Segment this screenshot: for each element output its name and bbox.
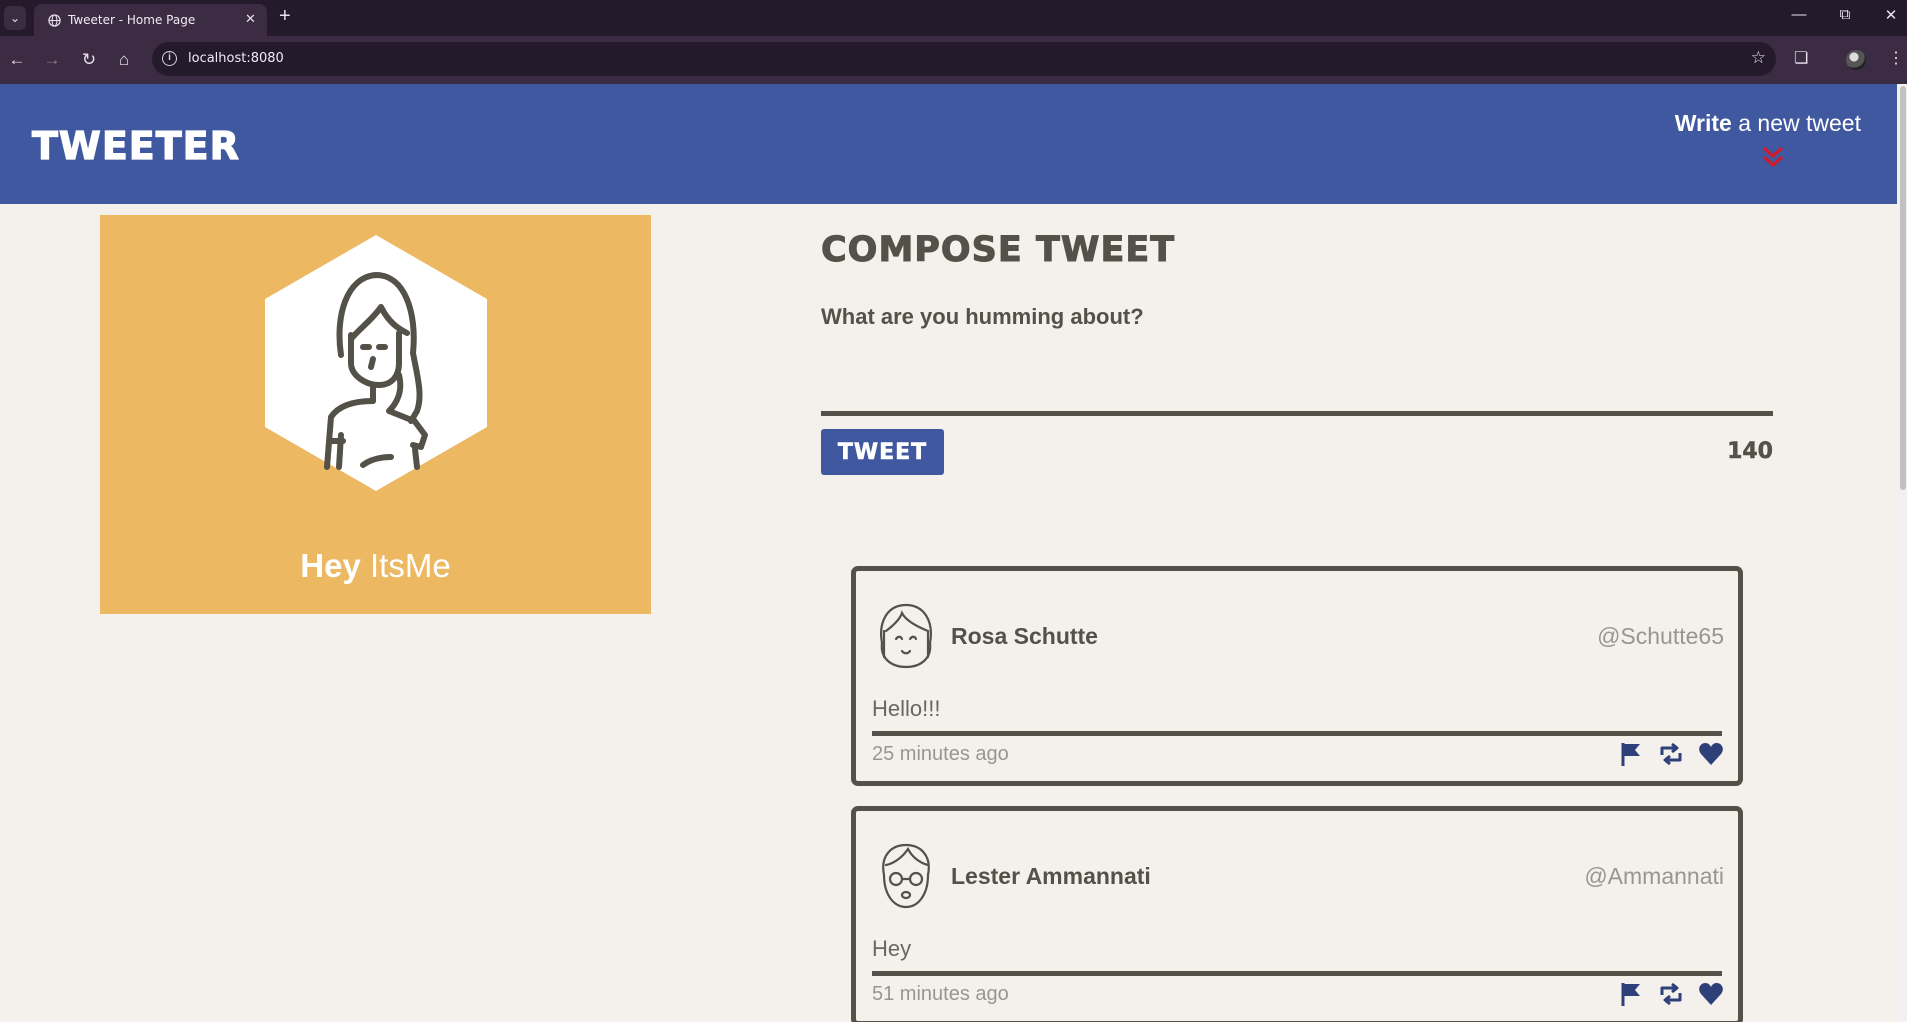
- flag-icon[interactable]: [1618, 981, 1644, 1007]
- browser-tab-strip: ⌄ Tweeter - Home Page ✕ + — ⧉ ✕: [0, 0, 1907, 36]
- bookmark-star-icon[interactable]: ☆: [1751, 48, 1766, 68]
- heart-icon[interactable]: [1698, 981, 1724, 1007]
- tweet-author-name: Rosa Schutte: [951, 623, 1098, 649]
- tweet-content: Hey: [872, 936, 1722, 976]
- extensions-puzzle-icon[interactable]: ❏: [1794, 48, 1808, 68]
- user-avatar-icon: [880, 603, 932, 669]
- minimize-icon[interactable]: —: [1784, 6, 1814, 23]
- tweet-author-name: Lester Ammannati: [951, 863, 1151, 889]
- tab-close-icon[interactable]: ✕: [245, 11, 256, 27]
- address-url[interactable]: localhost:8080: [188, 51, 284, 66]
- forward-arrow-icon[interactable]: →: [40, 48, 64, 72]
- tweet-timestamp: 25 minutes ago: [872, 743, 1009, 765]
- retweet-icon[interactable]: [1658, 741, 1684, 767]
- kebab-menu-icon[interactable]: ⋮: [1888, 48, 1904, 68]
- flag-icon[interactable]: [1618, 741, 1644, 767]
- profile-greeting: Hey: [300, 547, 361, 584]
- heart-icon[interactable]: [1698, 741, 1724, 767]
- user-avatar-hexagon-icon: [265, 235, 487, 491]
- compose-title: Compose Tweet: [821, 230, 1176, 271]
- tweet-actions: [1618, 981, 1724, 1007]
- tweet-content: Hello!!!: [872, 696, 1722, 736]
- browser-tab[interactable]: Tweeter - Home Page ✕: [34, 4, 267, 36]
- compose-tweet-section: Compose Tweet Tweet 140: [821, 230, 1773, 475]
- back-arrow-icon[interactable]: ←: [5, 48, 29, 72]
- reload-icon[interactable]: ↻: [77, 48, 101, 72]
- site-logo[interactable]: TWEETER: [31, 123, 240, 168]
- profile-username: ItsMe: [360, 547, 451, 584]
- tweet-card: Lester Ammannati @Ammannati Hey 51 minut…: [851, 806, 1743, 1022]
- write-label-bold: Write: [1674, 110, 1732, 136]
- retweet-icon[interactable]: [1658, 981, 1684, 1007]
- double-chevron-down-icon[interactable]: [1760, 144, 1786, 170]
- tweet-author-handle: @Ammannati: [1584, 863, 1724, 889]
- window-close-icon[interactable]: ✕: [1876, 6, 1906, 24]
- tweet-submit-button[interactable]: Tweet: [821, 429, 944, 475]
- site-info-icon[interactable]: i: [162, 51, 177, 66]
- write-new-tweet-toggle[interactable]: Write a new tweet: [1675, 110, 1861, 137]
- tweet-timestamp: 51 minutes ago: [872, 983, 1009, 1005]
- globe-icon: [48, 14, 61, 27]
- browser-toolbar: ← → ↻ ⌂ i localhost:8080 ☆ ❏ ⋮: [0, 36, 1907, 84]
- address-bar[interactable]: i localhost:8080 ☆: [152, 42, 1776, 76]
- tweet-actions: [1618, 741, 1724, 767]
- tweet-author-handle: @Schutte65: [1597, 623, 1724, 649]
- tweet-card: Rosa Schutte @Schutte65 Hello!!! 25 minu…: [851, 566, 1743, 786]
- tab-title: Tweeter - Home Page: [68, 13, 196, 27]
- tweet-text-input[interactable]: [821, 304, 1773, 416]
- character-counter: 140: [1727, 439, 1773, 465]
- profile-display-name: Hey ItsMe: [100, 547, 651, 585]
- tab-search-chevron-icon[interactable]: ⌄: [4, 6, 26, 30]
- new-tab-icon[interactable]: +: [279, 5, 291, 28]
- profile-card: Hey ItsMe: [100, 215, 651, 614]
- site-header: TWEETER Write a new tweet: [0, 84, 1897, 204]
- write-label-rest: a new tweet: [1731, 110, 1861, 136]
- restore-icon[interactable]: ⧉: [1830, 6, 1860, 23]
- home-icon[interactable]: ⌂: [112, 48, 136, 72]
- profile-avatar-icon[interactable]: [1846, 50, 1866, 70]
- scrollbar-thumb[interactable]: [1900, 86, 1906, 490]
- user-avatar-icon: [882, 843, 930, 909]
